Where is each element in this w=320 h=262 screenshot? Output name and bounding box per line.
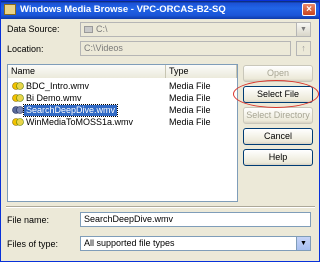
location-label: Location: bbox=[7, 44, 44, 54]
list-item[interactable]: WinMediaToMOSS1a.wmv Media File bbox=[8, 117, 237, 128]
file-type: Media File bbox=[169, 105, 211, 115]
file-name: WinMediaToMOSS1a.wmv bbox=[26, 117, 134, 127]
chevron-down-icon[interactable]: ▼ bbox=[296, 23, 310, 36]
chevron-down-icon[interactable]: ▼ bbox=[296, 237, 310, 250]
media-browse-dialog: Windows Media Browse - VPC-ORCAS-B2-SQ ×… bbox=[0, 0, 320, 262]
file-list[interactable]: Name Type BDC_Intro.wmv Media File Bi De… bbox=[7, 64, 238, 202]
file-type: Media File bbox=[169, 93, 211, 103]
list-item-selected[interactable]: SearchDeepDive.wmv Media File bbox=[8, 104, 237, 117]
close-button[interactable]: × bbox=[302, 3, 316, 16]
media-file-icon bbox=[12, 82, 24, 90]
files-of-type-value: All supported file types bbox=[84, 238, 175, 248]
cancel-button[interactable]: Cancel bbox=[243, 128, 313, 145]
files-of-type-label: Files of type: bbox=[7, 239, 59, 249]
column-header-type[interactable]: Type bbox=[166, 65, 237, 78]
file-type: Media File bbox=[169, 117, 211, 127]
select-directory-button[interactable]: Select Directory bbox=[243, 107, 313, 124]
data-source-value: C:\ bbox=[96, 24, 108, 34]
location-field[interactable]: C:\Videos bbox=[80, 41, 291, 56]
file-name: Bi Demo.wmv bbox=[26, 93, 82, 103]
file-name: BDC_Intro.wmv bbox=[26, 81, 90, 91]
file-type: Media File bbox=[169, 81, 211, 91]
window-title: Windows Media Browse - VPC-ORCAS-B2-SQ bbox=[20, 4, 226, 15]
annotation-ellipse bbox=[233, 80, 319, 108]
location-value: C:\Videos bbox=[84, 43, 123, 53]
divider bbox=[6, 206, 315, 208]
media-file-icon bbox=[12, 118, 24, 126]
help-button[interactable]: Help bbox=[243, 149, 313, 166]
media-file-icon bbox=[12, 94, 24, 102]
data-source-label: Data Source: bbox=[7, 24, 60, 34]
file-name-label: File name: bbox=[7, 215, 50, 225]
file-name-value: SearchDeepDive.wmv bbox=[84, 214, 174, 224]
up-folder-icon[interactable]: ↑ bbox=[296, 41, 311, 56]
files-of-type-dropdown[interactable]: All supported file types ▼ bbox=[80, 236, 311, 251]
title-bar[interactable]: Windows Media Browse - VPC-ORCAS-B2-SQ × bbox=[1, 1, 319, 19]
media-file-icon bbox=[12, 106, 24, 114]
list-item[interactable]: Bi Demo.wmv Media File bbox=[8, 93, 237, 104]
file-name-input[interactable]: SearchDeepDive.wmv bbox=[80, 212, 311, 227]
column-header-name[interactable]: Name bbox=[8, 65, 166, 78]
data-source-dropdown[interactable]: C:\ ▼ bbox=[80, 22, 311, 37]
file-name: SearchDeepDive.wmv bbox=[22, 104, 119, 117]
list-item[interactable]: BDC_Intro.wmv Media File bbox=[8, 81, 237, 92]
list-header: Name Type bbox=[8, 65, 237, 78]
app-icon bbox=[4, 4, 16, 15]
drive-icon bbox=[84, 26, 93, 34]
